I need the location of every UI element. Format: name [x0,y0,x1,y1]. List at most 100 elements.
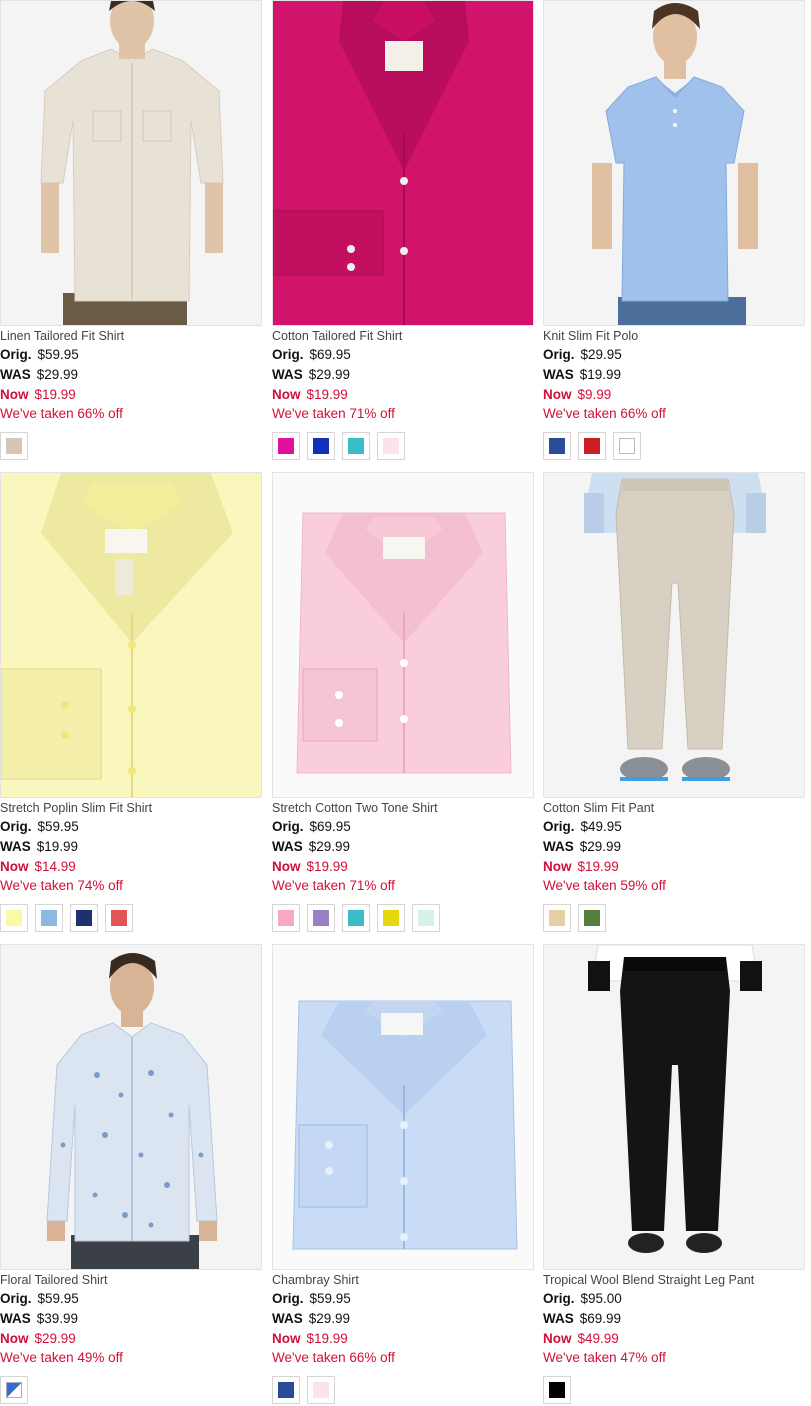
color-swatch[interactable] [272,904,300,932]
orig-label: Orig. [0,819,32,834]
now-price-row: Now $19.99 [272,387,348,402]
product-image[interactable] [543,0,805,326]
color-swatch[interactable] [342,904,370,932]
orig-price: $29.95 [580,347,622,362]
was-price-row: WAS $29.99 [272,839,350,854]
color-swatch[interactable] [342,432,370,460]
was-price: $29.99 [36,367,79,382]
now-label: Now [0,859,29,874]
was-price: $29.99 [308,1311,351,1326]
discount-text: We've taken 66% off [543,406,666,421]
product-image[interactable] [543,944,805,1270]
color-swatch[interactable] [105,904,133,932]
color-swatch[interactable] [543,904,571,932]
color-swatch[interactable] [377,432,405,460]
product-grid: Linen Tailored Fit Shirt Orig. $59.95 WAS… [0,0,811,1406]
orig-label: Orig. [0,347,32,362]
was-price: $29.99 [579,839,622,854]
now-price-row: Now $49.99 [543,1331,619,1346]
product-name[interactable]: Knit Slim Fit Polo [543,329,638,343]
color-swatch[interactable] [272,1376,300,1404]
color-swatches [0,1376,28,1404]
product-image[interactable] [272,944,534,1270]
color-swatch[interactable] [307,904,335,932]
was-price: $29.99 [308,839,351,854]
product-name[interactable]: Stretch Cotton Two Tone Shirt [272,801,438,815]
product-image[interactable] [543,472,805,798]
color-swatches [0,432,28,460]
color-swatch[interactable] [578,904,606,932]
was-price: $39.99 [36,1311,79,1326]
original-price-row: Orig. $29.95 [543,347,622,362]
product-name[interactable]: Floral Tailored Shirt [0,1273,107,1287]
was-price-row: WAS $29.99 [272,367,350,382]
color-swatch[interactable] [0,904,28,932]
discount-text: We've taken 66% off [0,406,123,421]
product-name[interactable]: Linen Tailored Fit Shirt [0,329,124,343]
color-swatches [272,1376,335,1404]
product-name[interactable]: Tropical Wool Blend Straight Leg Pant [543,1273,754,1287]
color-swatch[interactable] [0,1376,28,1404]
was-price-row: WAS $69.99 [543,1311,621,1326]
now-price: $14.99 [34,859,76,874]
color-swatches [543,432,641,460]
now-label: Now [543,1331,572,1346]
was-price-row: WAS $39.99 [0,1311,78,1326]
now-price-row: Now $19.99 [0,387,76,402]
color-swatches [543,904,606,932]
product-name[interactable]: Cotton Slim Fit Pant [543,801,654,815]
original-price-row: Orig. $59.95 [0,819,79,834]
color-swatch[interactable] [35,904,63,932]
color-swatch[interactable] [578,432,606,460]
was-price-row: WAS $19.99 [543,367,621,382]
product-image[interactable] [272,472,534,798]
orig-price: $59.95 [37,819,79,834]
product-card: Chambray Shirt Orig. $59.95 WAS $29.99 Now… [272,944,534,1406]
product-image[interactable] [272,0,534,326]
product-card: Stretch Cotton Two Tone Shirt Orig. $69.9… [272,472,534,942]
original-price-row: Orig. $69.95 [272,819,351,834]
color-swatch[interactable] [70,904,98,932]
now-price: $19.99 [306,1331,348,1346]
color-swatches [543,1376,571,1404]
now-price-row: Now $19.99 [272,859,348,874]
now-label: Now [272,1331,301,1346]
product-name[interactable]: Chambray Shirt [272,1273,359,1287]
discount-text: We've taken 71% off [272,878,395,893]
color-swatch[interactable] [543,432,571,460]
was-label: WAS [272,367,303,382]
product-name[interactable]: Stretch Poplin Slim Fit Shirt [0,801,152,815]
color-swatch[interactable] [272,432,300,460]
original-price-row: Orig. $49.95 [543,819,622,834]
product-name[interactable]: Cotton Tailored Fit Shirt [272,329,402,343]
product-card: Cotton Tailored Fit Shirt Orig. $69.95 WA… [272,0,534,470]
was-label: WAS [272,1311,303,1326]
color-swatches [0,904,133,932]
orig-price: $59.95 [37,347,79,362]
product-card: Linen Tailored Fit Shirt Orig. $59.95 WAS… [0,0,262,470]
product-card: Stretch Poplin Slim Fit Shirt Orig. $59.9… [0,472,262,942]
product-card: Knit Slim Fit Polo Orig. $29.95 WAS $19.99… [543,0,805,470]
now-price: $9.99 [577,387,612,402]
product-image[interactable] [0,472,262,798]
color-swatch[interactable] [412,904,440,932]
product-image[interactable] [0,944,262,1270]
color-swatch[interactable] [0,432,28,460]
orig-price: $59.95 [309,1291,351,1306]
was-label: WAS [543,1311,574,1326]
color-swatch[interactable] [613,432,641,460]
was-label: WAS [543,839,574,854]
now-label: Now [272,387,301,402]
color-swatch[interactable] [543,1376,571,1404]
discount-text: We've taken 74% off [0,878,123,893]
discount-text: We've taken 66% off [272,1350,395,1365]
color-swatch[interactable] [307,1376,335,1404]
color-swatch[interactable] [307,432,335,460]
product-image[interactable] [0,0,262,326]
now-price-row: Now $19.99 [272,1331,348,1346]
product-card: Tropical Wool Blend Straight Leg Pant Or… [543,944,805,1406]
orig-price: $69.95 [309,819,351,834]
was-price-row: WAS $29.99 [0,367,78,382]
original-price-row: Orig. $59.95 [0,1291,79,1306]
color-swatch[interactable] [377,904,405,932]
